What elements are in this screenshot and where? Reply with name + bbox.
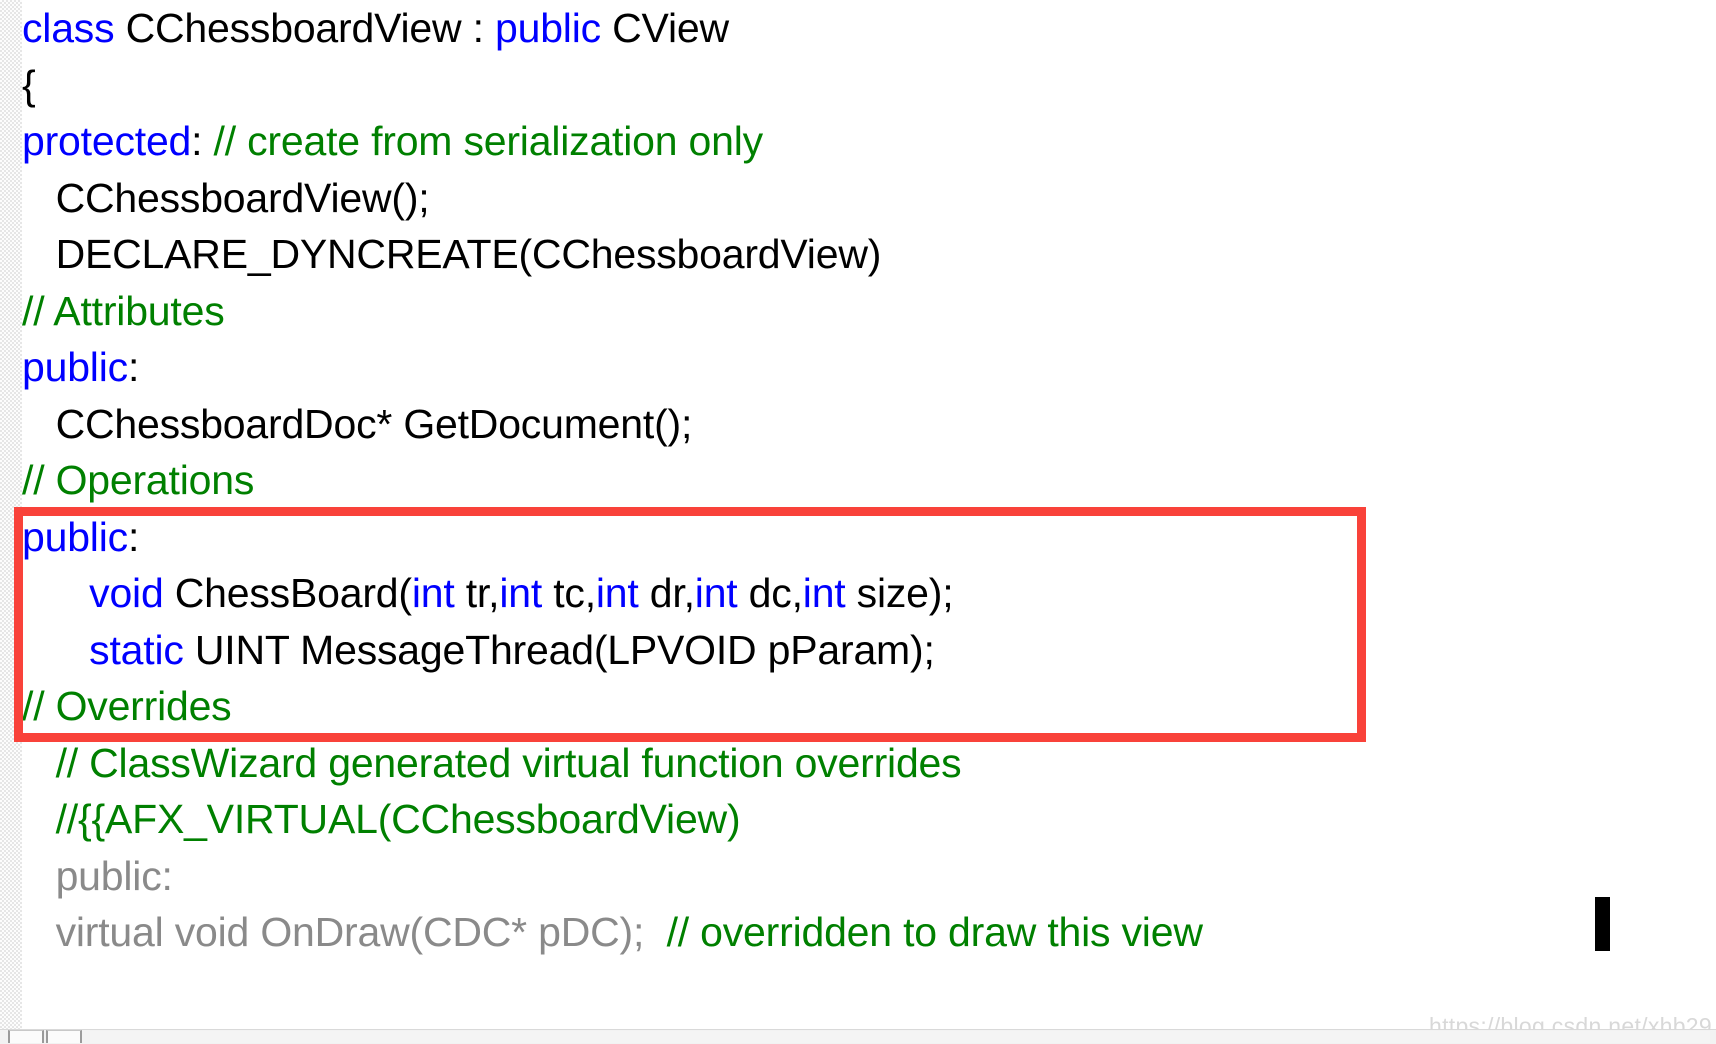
code-token: // overridden to draw this view	[666, 909, 1203, 955]
code-token: ChessBoard(	[163, 570, 412, 616]
code-line[interactable]: class CChessboardView : public CView	[22, 0, 1716, 57]
code-token: :	[127, 513, 140, 560]
code-line[interactable]: CChessboardView();	[22, 170, 1716, 227]
horizontal-scrollbar[interactable]	[90, 1031, 1710, 1043]
code-token: //{{AFX_VIRTUAL(CChessboardView)	[55, 796, 741, 842]
code-token: int	[802, 570, 846, 616]
code-line[interactable]: static UINT MessageThread(LPVOID pParam)…	[22, 622, 1716, 679]
code-token: // Attributes	[22, 287, 225, 334]
code-text-area[interactable]: class CChessboardView : public CView{pro…	[22, 0, 1716, 961]
code-line[interactable]: // Attributes	[22, 283, 1716, 340]
code-line[interactable]: DECLARE_DYNCREATE(CChessboardView)	[22, 226, 1716, 283]
scroll-tab-right[interactable]	[46, 1030, 82, 1043]
code-token: // Operations	[22, 457, 255, 503]
code-line[interactable]: // ClassWizard generated virtual functio…	[22, 735, 1716, 792]
code-line[interactable]: //{{AFX_VIRTUAL(CChessboardView)	[22, 791, 1716, 848]
code-line[interactable]: public:	[22, 509, 1716, 566]
code-token: protected	[22, 118, 192, 164]
code-token: UINT MessageThread(LPVOID pParam);	[183, 626, 935, 673]
code-token: // Overrides	[22, 683, 232, 729]
code-token: CChessboardView();	[22, 174, 430, 221]
code-token: size);	[845, 570, 954, 616]
code-token: public:	[22, 852, 173, 899]
code-token: int	[411, 570, 455, 616]
code-token: :	[127, 344, 140, 390]
bottom-scroll-strip	[0, 1029, 1716, 1044]
editor-selection-margin[interactable]	[0, 0, 22, 1044]
code-token: // ClassWizard generated virtual functio…	[55, 739, 962, 786]
code-line[interactable]: protected: // create from serialization …	[22, 113, 1716, 170]
code-editor-view: class CChessboardView : public CView{pro…	[0, 0, 1716, 1044]
code-line[interactable]: public:	[22, 339, 1716, 396]
code-token: public	[22, 344, 128, 390]
scroll-tab-left[interactable]	[8, 1030, 44, 1043]
code-token: CView	[612, 5, 729, 51]
code-line[interactable]: public:	[22, 848, 1716, 905]
code-token: DECLARE_DYNCREATE(CChessboardView)	[22, 231, 882, 277]
code-token: dr,	[638, 570, 695, 616]
code-token: CChessboardView :	[125, 5, 495, 51]
text-caret	[1595, 897, 1610, 951]
code-token: :	[191, 118, 214, 164]
code-token: static	[89, 626, 184, 673]
code-line[interactable]: void ChessBoard(int tr,int tc,int dr,int…	[22, 565, 1716, 622]
code-token: int	[694, 570, 738, 616]
code-line[interactable]: virtual void OnDraw(CDC* pDC); // overri…	[22, 904, 1716, 961]
code-token: dc,	[737, 570, 803, 616]
code-token: void	[89, 570, 164, 616]
code-token: tc,	[542, 570, 596, 616]
code-token: CChessboardDoc* GetDocument();	[22, 400, 693, 447]
code-token: class	[22, 5, 126, 51]
code-token: tr,	[454, 570, 500, 616]
code-line[interactable]: CChessboardDoc* GetDocument();	[22, 396, 1716, 453]
code-line[interactable]: {	[22, 57, 1716, 114]
code-token: public	[22, 513, 128, 560]
code-line[interactable]: // Operations	[22, 452, 1716, 509]
code-line[interactable]: // Overrides	[22, 678, 1716, 735]
code-token: int	[595, 570, 639, 616]
code-token: int	[499, 570, 543, 616]
code-token: public	[495, 5, 613, 51]
code-token: virtual void OnDraw(CDC* pDC);	[22, 909, 667, 955]
code-token: {	[22, 61, 36, 108]
code-token: // create from serialization only	[213, 118, 764, 164]
